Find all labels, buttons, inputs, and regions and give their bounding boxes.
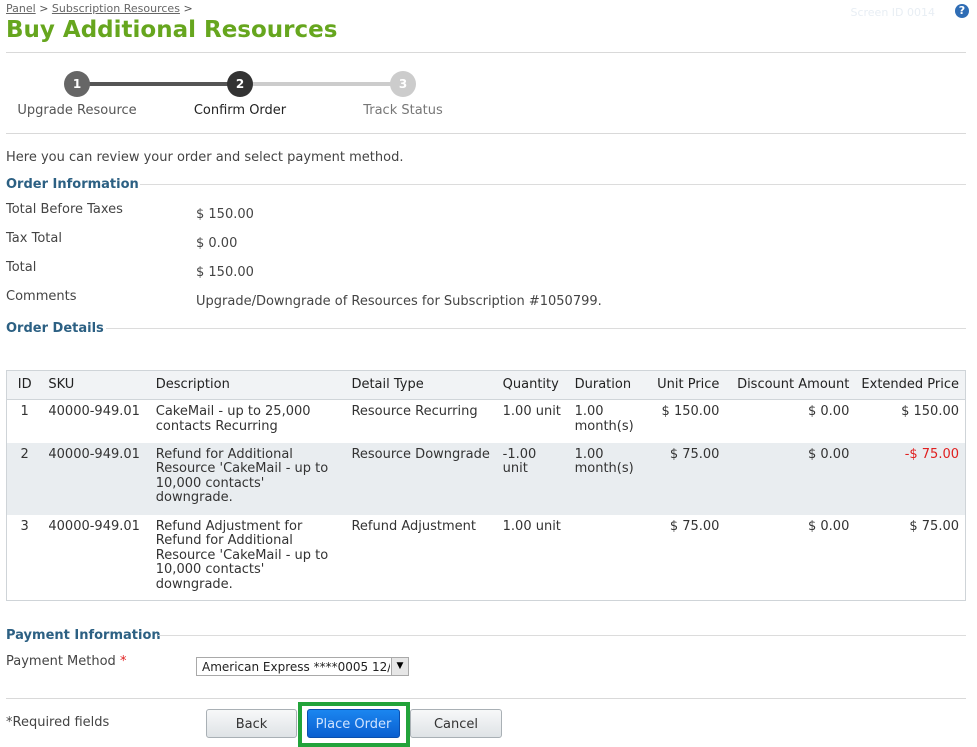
order-information-title: Order Information <box>6 177 139 192</box>
step-connector-pending <box>240 82 403 86</box>
cell-description: Refund for Additional Resource 'CakeMail… <box>149 442 346 515</box>
col-header-detail-type: Detail Type <box>345 370 497 400</box>
required-asterisk: * <box>119 654 127 669</box>
cell-detail-type: Refund Adjustment <box>351 518 476 534</box>
step-3-circle: 3 <box>390 71 416 97</box>
cell-extended-price: $ 150.00 <box>901 404 959 419</box>
title-divider <box>6 52 966 53</box>
screen-id-text: Screen ID 0014 <box>850 6 935 19</box>
table-row: 3 40000-949.01 Refund Adjustment for Ref… <box>7 515 966 601</box>
step-1-label: Upgrade Resource <box>17 103 137 118</box>
col-header-unit-price: Unit Price <box>648 370 726 400</box>
table-header-row: ID SKU Description Detail Type Quantity … <box>6 370 966 400</box>
required-fields-note: *Required fields <box>6 715 110 730</box>
cell-detail-type: Resource Downgrade <box>345 442 497 515</box>
cell-quantity: 1.00 unit <box>502 518 561 534</box>
footer-divider <box>6 698 966 699</box>
order-information-line <box>140 184 966 185</box>
page-title: Buy Additional Resources <box>6 17 338 43</box>
step-connector-done <box>77 82 240 86</box>
place-order-button[interactable]: Place Order <box>307 709 400 738</box>
payment-information-title: Payment Information <box>6 628 161 643</box>
help-icon[interactable]: ? <box>955 4 969 18</box>
col-header-description: Description <box>149 370 346 400</box>
total-label: Total <box>6 260 37 275</box>
cell-description: Refund Adjustment for Refund for Additio… <box>155 518 329 592</box>
cell-detail-type: Resource Recurring <box>351 404 478 419</box>
cell-id: 2 <box>6 442 43 515</box>
cell-unit-price: $ 75.00 <box>648 442 726 515</box>
intro-text: Here you can review your order and selec… <box>6 150 404 165</box>
breadcrumb-subscription-resources-link[interactable]: Subscription Resources <box>52 2 180 15</box>
cell-description: CakeMail - up to 25,000 contacts Recurri… <box>155 404 311 434</box>
total-before-taxes-label: Total Before Taxes <box>6 202 123 217</box>
cell-discount: $ 0.00 <box>725 442 856 515</box>
col-header-duration: Duration <box>568 370 649 400</box>
chevron-down-icon[interactable]: ▼ <box>391 658 408 675</box>
cell-id: 3 <box>20 518 29 534</box>
step-1-circle: 1 <box>64 71 90 97</box>
table-row: 1 40000-949.01 CakeMail - up to 25,000 c… <box>7 400 966 443</box>
breadcrumb-panel-link[interactable]: Panel <box>6 2 36 15</box>
cell-sku: 40000-949.01 <box>48 404 140 419</box>
comments-label: Comments <box>6 289 77 304</box>
cell-duration: 1.00 month(s) <box>574 404 634 434</box>
payment-method-label-text: Payment Method <box>6 654 116 669</box>
payment-method-selected-value: American Express ****0005 12/20 <box>202 660 390 674</box>
cell-extended-price: $ 75.00 <box>909 518 959 534</box>
col-header-id: ID <box>6 370 43 400</box>
payment-method-select[interactable]: American Express ****0005 12/20 ▼ <box>196 657 409 676</box>
cell-sku: 40000-949.01 <box>48 518 140 534</box>
order-details-table: ID SKU Description Detail Type Quantity … <box>6 370 966 601</box>
comments-value: Upgrade/Downgrade of Resources for Subsc… <box>196 294 602 309</box>
cancel-button[interactable]: Cancel <box>410 709 502 738</box>
col-header-sku: SKU <box>42 370 150 400</box>
cell-id: 1 <box>20 404 29 419</box>
cell-sku: 40000-949.01 <box>42 442 150 515</box>
steps-divider <box>6 133 966 134</box>
step-3-label: Track Status <box>363 103 443 118</box>
col-header-quantity: Quantity <box>496 370 569 400</box>
cell-quantity: -1.00 unit <box>496 442 569 515</box>
step-2-circle: 2 <box>227 71 253 97</box>
cell-unit-price: $ 150.00 <box>661 404 720 419</box>
step-wizard: 1 2 3 Upgrade Resource Confirm Order Tra… <box>0 60 977 130</box>
breadcrumb: Panel > Subscription Resources > <box>6 2 193 15</box>
payment-information-line <box>158 635 966 636</box>
col-header-extended-price: Extended Price <box>855 370 966 400</box>
table-row: 2 40000-949.01 Refund for Additional Res… <box>6 442 966 515</box>
order-details-title: Order Details <box>6 321 104 336</box>
total-before-taxes-value: $ 150.00 <box>196 207 254 222</box>
total-value: $ 150.00 <box>196 265 254 280</box>
breadcrumb-separator: > <box>39 2 49 15</box>
breadcrumb-separator: > <box>183 2 193 15</box>
cell-unit-price: $ 75.00 <box>669 518 720 534</box>
cell-duration <box>569 515 649 601</box>
tax-total-value: $ 0.00 <box>196 236 238 251</box>
cell-discount: $ 0.00 <box>808 518 850 534</box>
tax-total-label: Tax Total <box>6 231 62 246</box>
back-button[interactable]: Back <box>206 709 297 738</box>
payment-method-label: Payment Method * <box>6 654 126 669</box>
order-details-line <box>106 328 966 329</box>
col-header-discount-amount: Discount Amount <box>725 370 856 400</box>
cell-extended-price: -$ 75.00 <box>855 442 966 515</box>
cell-duration: 1.00 month(s) <box>568 442 649 515</box>
cell-quantity: 1.00 unit <box>502 404 561 419</box>
cell-discount: $ 0.00 <box>808 404 850 419</box>
step-2-label: Confirm Order <box>193 103 287 118</box>
